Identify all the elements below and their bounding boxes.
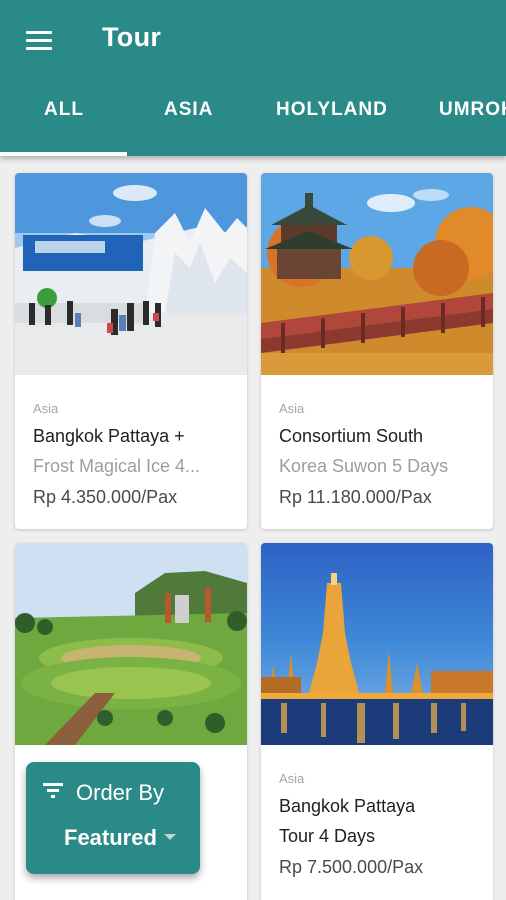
app-bar: Tour ALL ASIA HOLYLAND UMROH [0, 0, 506, 156]
tab-umroh[interactable]: UMROH [439, 78, 506, 156]
tour-name: Bangkok Pattaya + Frost Magical Ice 4... [33, 421, 233, 481]
tour-card[interactable]: Asia Bangkok Pattaya Tour 4 Days Rp 7.50… [261, 543, 493, 900]
tour-card[interactable]: Asia Bangkok Pattaya + Frost Magical Ice… [15, 173, 247, 529]
category-tabs: ALL ASIA HOLYLAND UMROH [0, 78, 506, 156]
order-by-button[interactable]: Order By Featured [26, 762, 200, 874]
hamburger-menu-icon[interactable] [22, 24, 58, 56]
tour-category: Asia [33, 401, 59, 416]
tour-name-line-1: Bangkok Pattaya [279, 796, 416, 816]
tour-price: Rp 4.350.000/Pax [33, 487, 178, 507]
tab-indicator [0, 152, 127, 156]
order-by-value: Featured [64, 825, 157, 850]
tour-name-line-1: Bangkok Pattaya + [33, 426, 185, 446]
tab-holyland[interactable]: HOLYLAND [276, 78, 388, 156]
korean-pavilion-photo [261, 173, 493, 375]
wat-arun-photo [261, 543, 493, 745]
tour-name-line-2: Frost Magical Ice 4... [33, 456, 201, 476]
tour-price: Rp 11.180.000/Pax [279, 487, 432, 507]
tab-asia[interactable]: ASIA [164, 78, 213, 156]
tour-name-line-1: Consortium South [279, 426, 424, 446]
page-title: Tour [102, 22, 162, 52]
order-by-label: Order By [76, 780, 165, 805]
tour-name-line-2: Tour 4 Days [279, 826, 376, 846]
tour-name-line-2: Korea Suwon 5 Days [279, 456, 449, 476]
tour-name: Bangkok Pattaya Tour 4 Days [279, 791, 479, 851]
tour-card[interactable]: Asia Consortium South Korea Suwon 5 Days… [261, 173, 493, 529]
nong-nooch-garden-photo [15, 543, 247, 745]
tab-all[interactable]: ALL [44, 78, 84, 156]
filter-list-icon [43, 783, 65, 799]
tour-name: Consortium South Korea Suwon 5 Days [279, 421, 479, 481]
tour-category: Asia [279, 401, 305, 416]
tour-category: Asia [279, 771, 305, 786]
tour-price: Rp 7.500.000/Pax [279, 857, 424, 877]
ice-sculpture-photo [15, 173, 247, 375]
dropdown-caret-icon [164, 834, 176, 840]
